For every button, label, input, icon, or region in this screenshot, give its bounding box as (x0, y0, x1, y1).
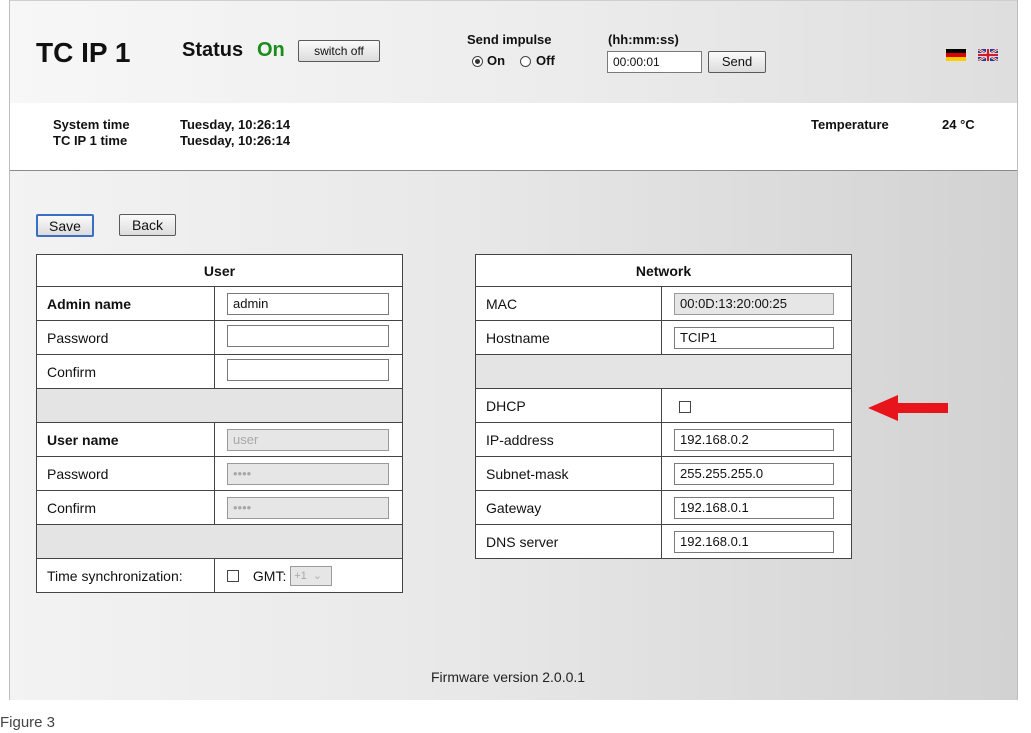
ip-address-input[interactable]: 192.168.0.2 (674, 428, 834, 451)
subnet-mask-input[interactable]: 255.255.255.0 (674, 462, 834, 485)
network-panel-spacer (475, 354, 852, 389)
header-bar: TC IP 1 Status On switch off Send impuls… (10, 0, 1017, 104)
radio-on[interactable] (472, 56, 483, 67)
radio-off[interactable] (520, 56, 531, 67)
gmt-label: GMT: (252, 567, 287, 584)
time-sync-label: Time synchronization: (36, 558, 215, 593)
admin-confirm-input[interactable] (227, 359, 389, 381)
dns-server-label: DNS server (475, 524, 662, 559)
german-flag-icon[interactable] (946, 48, 966, 61)
gmt-select[interactable]: +1 ⌄ (290, 565, 333, 586)
mac-input: 00:0D:13:20:00:25 (674, 292, 834, 315)
admin-password-label: Password (36, 320, 215, 355)
impulse-time-input[interactable]: 00:00:01 (607, 51, 702, 73)
switch-off-button[interactable]: switch off (298, 40, 380, 62)
admin-name-label: Admin name (36, 286, 215, 321)
red-left-arrow-icon (868, 393, 950, 423)
user-password-label: Password (36, 456, 215, 491)
network-panel-title: Network (475, 254, 852, 287)
user-name-input[interactable]: user (227, 428, 389, 451)
user-panel-spacer-2 (36, 524, 403, 559)
system-time-label: System time (53, 117, 130, 132)
status-value: On (257, 39, 285, 61)
gateway-input[interactable]: 192.168.0.1 (674, 496, 834, 519)
subnet-mask-label: Subnet-mask (475, 456, 662, 491)
chevron-down-icon: ⌄ (312, 569, 322, 582)
save-button[interactable]: Save (36, 214, 94, 237)
gmt-value: +1 (294, 569, 307, 582)
device-time-label: TC IP 1 time (53, 133, 128, 148)
device-web-interface: TC IP 1 Status On switch off Send impuls… (9, 0, 1018, 700)
temperature-label: Temperature (811, 117, 889, 132)
back-button[interactable]: Back (119, 214, 176, 236)
hostname-label: Hostname (475, 320, 662, 355)
user-panel-title: User (36, 254, 403, 287)
user-password-input[interactable]: •••• (227, 462, 389, 485)
user-confirm-input[interactable]: •••• (227, 496, 389, 519)
admin-name-input[interactable]: admin (227, 292, 389, 315)
device-title: TC IP 1 (36, 37, 131, 68)
radio-on-label: On (487, 53, 506, 68)
time-sync-checkbox[interactable] (227, 569, 239, 582)
temperature-value: 24 °C (942, 117, 975, 132)
system-time-value: Tuesday, 10:26:14 (180, 117, 291, 132)
user-confirm-label: Confirm (36, 490, 215, 525)
send-button[interactable]: Send (708, 51, 766, 73)
send-impulse-label: Send impulse (467, 32, 552, 47)
user-settings-table: User Admin name admin Password Confirm U… (36, 254, 403, 593)
admin-password-input[interactable] (227, 325, 389, 347)
figure-caption: Figure 3 (0, 714, 56, 731)
system-info-bar: System time TC IP 1 time Tuesday, 10:26:… (10, 103, 1017, 171)
hostname-input[interactable]: TCIP1 (674, 326, 834, 349)
mac-label: MAC (475, 286, 662, 321)
dhcp-checkbox[interactable] (679, 400, 691, 413)
firmware-version: Firmware version 2.0.0.1 (431, 669, 586, 685)
uk-flag-icon[interactable] (977, 47, 999, 63)
network-settings-table: Network MAC 00:0D:13:20:00:25 Hostname T… (475, 254, 852, 559)
gateway-label: Gateway (475, 490, 662, 525)
radio-off-label: Off (536, 53, 555, 68)
status-label: Status (182, 39, 244, 61)
device-time-value: Tuesday, 10:26:14 (180, 133, 291, 148)
dns-server-input[interactable]: 192.168.0.1 (674, 530, 834, 553)
admin-confirm-label: Confirm (36, 354, 215, 389)
ip-address-label: IP-address (475, 422, 662, 457)
user-panel-spacer (36, 388, 403, 423)
time-format-label: (hh:mm:ss) (608, 32, 679, 47)
dhcp-label: DHCP (475, 388, 662, 423)
user-name-label: User name (36, 422, 215, 457)
